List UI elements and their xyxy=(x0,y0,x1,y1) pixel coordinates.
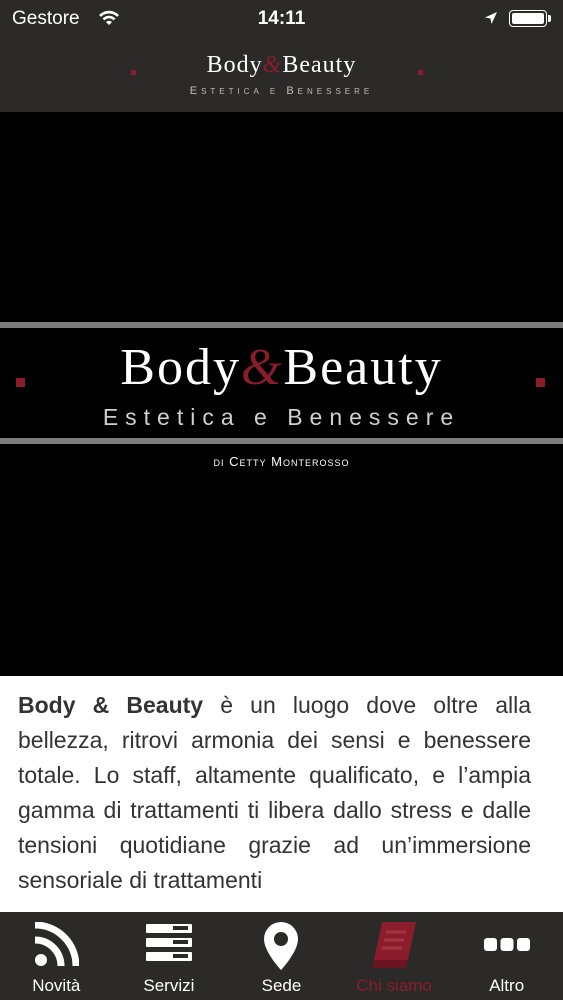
hero-dot-left xyxy=(16,378,25,387)
tab-chi-siamo[interactable]: Chi siamo xyxy=(338,912,451,1000)
header-logo-ampersand: & xyxy=(262,52,283,78)
tab-chi-siamo-label: Chi siamo xyxy=(356,976,432,995)
tab-bar: Novità Servizi Sede Chi siamo Altro xyxy=(0,912,563,1000)
tab-altro-label: Altro xyxy=(489,976,525,995)
tab-sede-label: Sede xyxy=(261,976,302,995)
hero-logo-word-beauty: Beauty xyxy=(283,339,443,396)
header-logo-subtitle: Estetica e Benessere xyxy=(189,85,374,97)
tab-servizi-label: Servizi xyxy=(143,976,195,995)
hero-banner: Body&Beauty Estetica e Benessere di Cett… xyxy=(0,112,563,676)
logo-dot-left xyxy=(131,70,136,75)
hero-credit: di Cetty Monterosso xyxy=(213,454,350,469)
more-icon xyxy=(483,938,530,957)
logo-dot-right xyxy=(418,70,423,75)
hero-logo-title: Body&Beauty xyxy=(0,338,563,397)
battery-icon xyxy=(509,10,551,27)
hero-dot-right xyxy=(536,378,545,387)
app-header: Body&Beauty Estetica e Benessere xyxy=(0,40,563,112)
status-bar: Gestore 14:11 xyxy=(0,0,563,40)
hero-bar-bottom xyxy=(0,438,563,444)
tab-novita-label: Novità xyxy=(32,976,81,995)
about-brand-name: Body & Beauty xyxy=(18,692,204,718)
tab-novita[interactable]: Novità xyxy=(0,912,113,1000)
hero-logo-ampersand: & xyxy=(240,339,284,396)
hero-logo-word-body: Body xyxy=(120,339,241,396)
about-description: Body & Beauty è un luogo dove oltre alla… xyxy=(18,688,531,912)
header-logo-word-beauty: Beauty xyxy=(282,52,357,78)
list-icon xyxy=(145,922,192,969)
tab-sede[interactable]: Sede xyxy=(225,912,338,1000)
location-arrow-icon xyxy=(484,11,498,30)
tab-altro[interactable]: Altro xyxy=(450,912,563,1000)
hero-logo-subtitle: Estetica e Benessere xyxy=(102,404,461,430)
clock: 14:11 xyxy=(257,8,306,29)
tab-servizi[interactable]: Servizi xyxy=(113,912,226,1000)
map-pin-icon xyxy=(264,922,299,975)
book-icon xyxy=(372,922,417,973)
header-logo-title: Body&Beauty xyxy=(0,52,563,79)
header-logo-word-body: Body xyxy=(206,52,263,78)
rss-icon xyxy=(33,921,80,973)
hero-bar-top xyxy=(0,322,563,328)
about-body-text: è un luogo dove oltre alla bellezza, rit… xyxy=(18,692,531,893)
